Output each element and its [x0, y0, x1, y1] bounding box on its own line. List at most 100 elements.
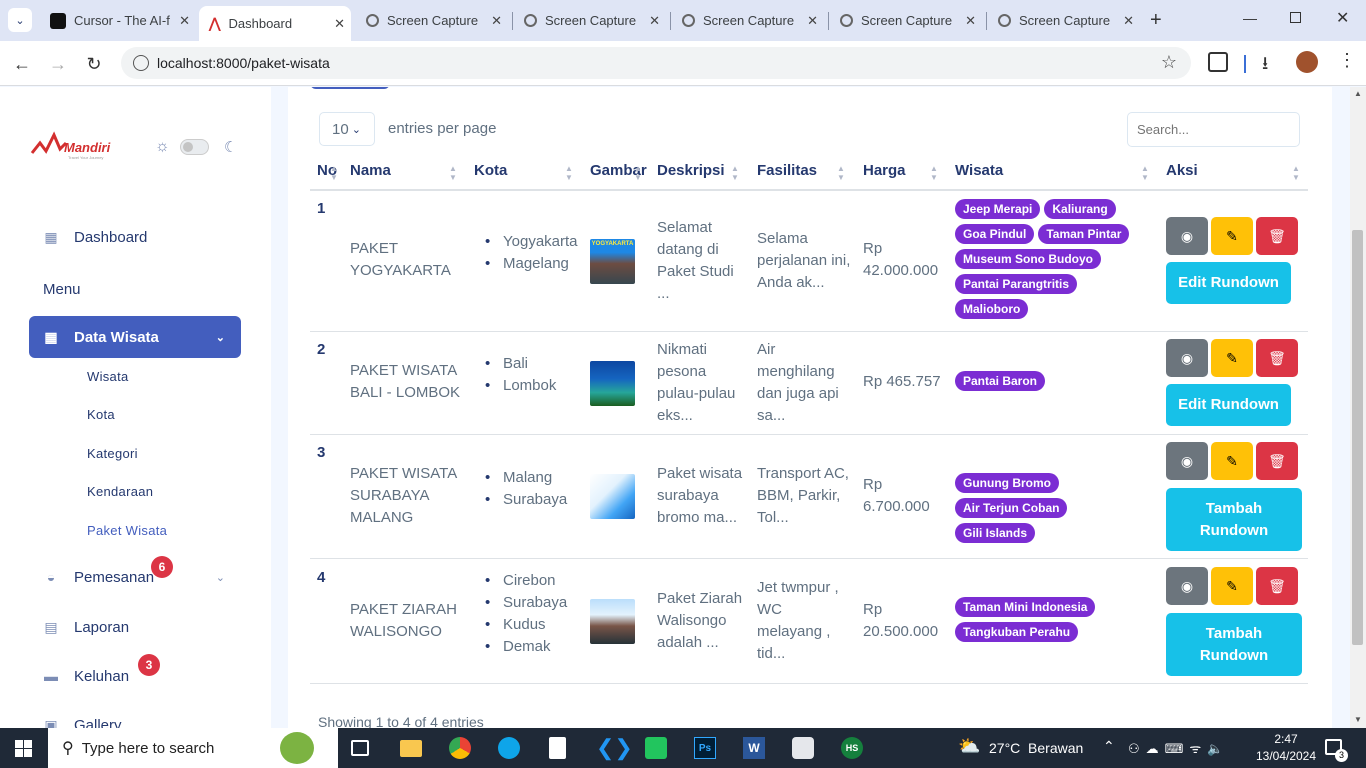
close-icon[interactable]: ✕ [965, 13, 976, 29]
tab-screen-capture[interactable]: Screen Capture | ✕ [672, 6, 824, 35]
header-fasilitas[interactable]: Fasilitas [757, 162, 817, 179]
tambah-rundown-button[interactable]: Tambah Rundown [1166, 488, 1302, 551]
view-button[interactable]: ◉ [1166, 339, 1208, 377]
sort-icon[interactable]: ▲ ▼ [634, 164, 642, 182]
download-icon[interactable]: ⭳ [1262, 51, 1268, 81]
edit-button[interactable]: ✎ [1211, 339, 1253, 377]
scrollbar-thumb[interactable] [1352, 230, 1363, 645]
search-input[interactable] [1127, 112, 1300, 147]
sort-icon[interactable]: ▲ ▼ [330, 164, 338, 182]
tray-chevron-icon[interactable]: ⌃ [1103, 738, 1115, 755]
theme-toggle[interactable] [180, 139, 209, 155]
photoshop-icon[interactable]: Ps [694, 737, 716, 759]
delete-button[interactable]: 🗑 [1256, 567, 1298, 605]
extensions-icon[interactable] [1208, 52, 1228, 72]
tray-icons[interactable]: ⚇☁⌨ᯤ🔈 [1128, 739, 1229, 757]
sidebar-item-data-wisata[interactable]: ▦ Data Wisata ⌄ [29, 316, 241, 358]
logo[interactable]: Mandiri Travel Your Journey [30, 131, 120, 161]
sort-icon[interactable]: ▲ ▼ [449, 164, 457, 182]
close-icon[interactable]: ✕ [179, 13, 190, 29]
sort-icon[interactable]: ▲ ▼ [837, 164, 845, 182]
maximize-button[interactable] [1290, 12, 1301, 23]
notepad-icon[interactable] [549, 737, 566, 759]
sidebar-item-dashboard[interactable]: ▦ Dashboard [29, 216, 241, 258]
clock-date[interactable]: 13/04/2024 [1255, 749, 1317, 763]
header-wisata[interactable]: Wisata [955, 162, 1003, 179]
url-bar[interactable]: localhost:8000/paket-wisata ☆ [121, 47, 1191, 79]
header-deskripsi[interactable]: Deskripsi [657, 162, 725, 179]
word-icon[interactable]: W [743, 737, 765, 759]
tab-dashboard[interactable]: ⋀ Dashboard ✕ [199, 6, 351, 41]
tab-screen-capture[interactable]: Screen Capture | ✕ [830, 6, 982, 35]
cursor-app-icon[interactable] [792, 737, 814, 759]
close-icon[interactable]: ✕ [334, 16, 345, 32]
sidebar-subitem-kendaraan[interactable]: Kendaraan [87, 484, 153, 499]
sort-icon[interactable]: ▲ ▼ [731, 164, 739, 182]
sidebar-item-keluhan[interactable]: ▬ Keluhan [29, 655, 241, 697]
header-kota[interactable]: Kota [474, 162, 507, 179]
close-icon[interactable]: ✕ [807, 13, 818, 29]
scroll-up-arrow[interactable]: ▲ [1354, 89, 1362, 98]
add-button-edge[interactable] [310, 87, 390, 89]
weather-text[interactable]: 27°C Berawan [989, 740, 1083, 756]
new-tab-button[interactable]: + [1150, 9, 1162, 32]
header-nama[interactable]: Nama [350, 162, 391, 179]
sidebar-item-pemesanan[interactable]: ◒ Pemesanan ⌄ [29, 556, 241, 598]
back-button[interactable]: ← [10, 54, 34, 75]
tab-cursor[interactable]: Cursor - The AI-f ✕ [40, 6, 196, 35]
edit-rundown-button[interactable]: Edit Rundown [1166, 384, 1291, 426]
hs-app-icon[interactable]: HS [841, 737, 863, 759]
sort-icon[interactable]: ▲ ▼ [565, 164, 573, 182]
file-explorer-icon[interactable] [400, 740, 422, 757]
minimize-button[interactable]: — [1243, 10, 1257, 26]
sheets-icon[interactable] [645, 737, 667, 759]
tab-search-button[interactable]: ⌄ [8, 8, 32, 32]
sidebar-subitem-paket-wisata[interactable]: Paket Wisata [87, 523, 167, 538]
edit-button[interactable]: ✎ [1211, 217, 1253, 255]
close-icon[interactable]: ✕ [649, 13, 660, 29]
delete-button[interactable]: 🗑 [1256, 217, 1298, 255]
view-button[interactable]: ◉ [1166, 217, 1208, 255]
tab-screen-capture[interactable]: Screen Capture | ✕ [988, 6, 1140, 35]
edge-icon[interactable] [498, 737, 520, 759]
sort-icon[interactable]: ▲ ▼ [1141, 164, 1149, 182]
wisata-pill: Gunung Bromo [955, 473, 1059, 493]
header-harga[interactable]: Harga [863, 162, 906, 179]
close-window-button[interactable]: ✕ [1336, 8, 1349, 28]
tab-screen-capture[interactable]: Screen Capture | ✕ [356, 6, 508, 35]
avatar[interactable] [1296, 51, 1318, 73]
sidebar-item-gallery[interactable]: ▣ Gallery [29, 704, 241, 729]
view-button[interactable]: ◉ [1166, 442, 1208, 480]
close-icon[interactable]: ✕ [1123, 13, 1134, 29]
delete-button[interactable]: 🗑 [1256, 442, 1298, 480]
sidebar-subitem-kategori[interactable]: Kategori [87, 446, 138, 461]
row-fasilitas: Selama perjalanan ini, Anda ak... [757, 230, 851, 291]
view-button[interactable]: ◉ [1166, 567, 1208, 605]
clock-time[interactable]: 2:47 [1266, 732, 1306, 746]
windows-start-icon[interactable] [15, 740, 32, 757]
menu-icon[interactable]: ⋮ [1338, 50, 1356, 71]
sidebar-subitem-kota[interactable]: Kota [87, 407, 115, 422]
edit-rundown-button[interactable]: Edit Rundown [1166, 262, 1291, 304]
sort-icon[interactable]: ▲ ▼ [1292, 164, 1300, 182]
entries-select[interactable]: 10 ⌄ [319, 112, 375, 146]
bookmark-star-icon[interactable]: ☆ [1161, 52, 1177, 73]
task-view-icon[interactable] [351, 740, 369, 756]
vscode-icon[interactable]: ❮❯ [596, 737, 633, 759]
chrome-icon[interactable] [449, 737, 471, 759]
scroll-down-arrow[interactable]: ▼ [1354, 715, 1362, 724]
sort-icon[interactable]: ▲ ▼ [930, 164, 938, 182]
forward-button[interactable]: → [46, 54, 70, 75]
reload-button[interactable]: ↻ [82, 54, 106, 75]
tab-screen-capture[interactable]: Screen Capture | ✕ [514, 6, 666, 35]
site-info-icon[interactable] [133, 55, 149, 71]
delete-button[interactable]: 🗑 [1256, 339, 1298, 377]
sidebar-item-laporan[interactable]: ▤ Laporan [29, 606, 241, 648]
header-aksi[interactable]: Aksi [1166, 162, 1198, 179]
taskbar-search[interactable]: ⚲ Type here to search [48, 728, 338, 768]
edit-button[interactable]: ✎ [1211, 442, 1253, 480]
sidebar-subitem-wisata[interactable]: Wisata [87, 369, 129, 384]
tambah-rundown-button[interactable]: Tambah Rundown [1166, 613, 1302, 676]
edit-button[interactable]: ✎ [1211, 567, 1253, 605]
close-icon[interactable]: ✕ [491, 13, 502, 29]
